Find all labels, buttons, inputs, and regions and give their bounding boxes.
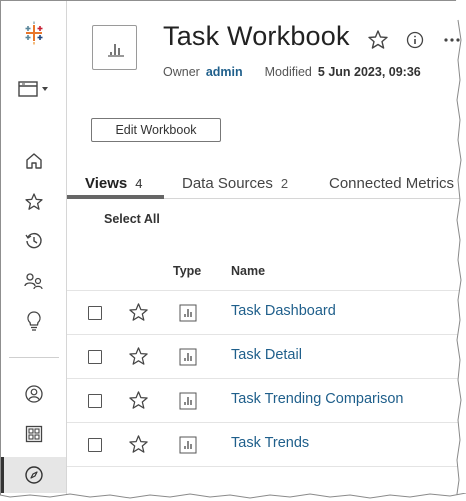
tab-data-sources-label: Data Sources [182,175,273,192]
view-type-icon [179,392,197,410]
row-favorite-star-icon[interactable] [128,390,149,411]
app-window: Task Workbook Owner admin Modified 5 Jun 20… [0,0,460,496]
home-icon[interactable] [14,145,54,177]
page-title: Task Workbook [163,21,350,51]
select-all-link[interactable]: Select All [104,212,160,226]
info-icon[interactable] [405,30,425,50]
explore-compass-icon[interactable] [14,459,54,491]
view-name-link[interactable]: Task Trending Comparison [231,391,403,407]
table-row: Task Dashboard [67,290,460,334]
tableau-logo-icon[interactable] [14,17,54,49]
personal-space-icon[interactable] [14,378,54,410]
view-type-icon [179,304,197,322]
view-type-icon [179,436,197,454]
tab-views[interactable]: Views 4 [85,175,143,192]
tab-connected-metrics-label: Connected Metrics [329,175,455,192]
recommendations-icon[interactable] [14,305,54,337]
row-checkbox[interactable] [88,350,102,364]
active-tab-indicator [67,195,164,199]
tab-data-sources-count: 2 [280,176,289,191]
edit-workbook-button[interactable]: Edit Workbook [91,118,221,142]
rail-divider [9,357,59,358]
table-row: Task Detail [67,334,460,378]
row-checkbox[interactable] [88,394,102,408]
table-row: Task Trends [67,422,460,466]
row-favorite-star-icon[interactable] [128,434,149,455]
row-favorite-star-icon[interactable] [128,346,149,367]
view-name-link[interactable]: Task Detail [231,347,302,363]
table-row: Task Trending Comparison [67,378,460,422]
row-favorite-star-icon[interactable] [128,302,149,323]
owner-label: Owner [163,65,200,79]
owner-link[interactable]: admin [206,65,243,79]
collections-icon[interactable] [14,418,54,450]
tab-connected-metrics[interactable]: Connected Metrics [329,175,454,192]
left-rail [1,1,67,496]
torn-edge-right [456,0,466,501]
view-name-link[interactable]: Task Trends [231,435,309,451]
view-type-icon [179,348,197,366]
shared-with-me-icon[interactable] [14,265,54,297]
workbook-thumbnail [92,25,137,70]
row-checkbox[interactable] [88,438,102,452]
torn-edge-bottom [0,493,466,501]
workbook-meta: Owner admin Modified 5 Jun 2023, 09:36 [163,65,421,79]
content-tabs: Views 4 Data Sources 2 Connected Metrics [67,171,460,199]
favorites-icon[interactable] [14,186,54,218]
tab-data-sources[interactable]: Data Sources 2 [182,175,288,192]
modified-label: Modified [264,65,312,79]
tab-views-count: 4 [135,176,143,191]
view-name-link[interactable]: Task Dashboard [231,303,336,319]
column-header-type[interactable]: Type [173,264,201,278]
bar-chart-icon [107,43,124,57]
site-menu-button[interactable] [14,73,54,105]
column-header-name[interactable]: Name [231,264,265,278]
recents-icon[interactable] [14,225,54,257]
tab-views-label: Views [85,175,128,192]
modified-date: 5 Jun 2023, 09:36 [317,65,421,79]
table-bottom-border [67,466,460,467]
favorite-star-icon[interactable] [367,29,389,51]
row-checkbox[interactable] [88,306,102,320]
